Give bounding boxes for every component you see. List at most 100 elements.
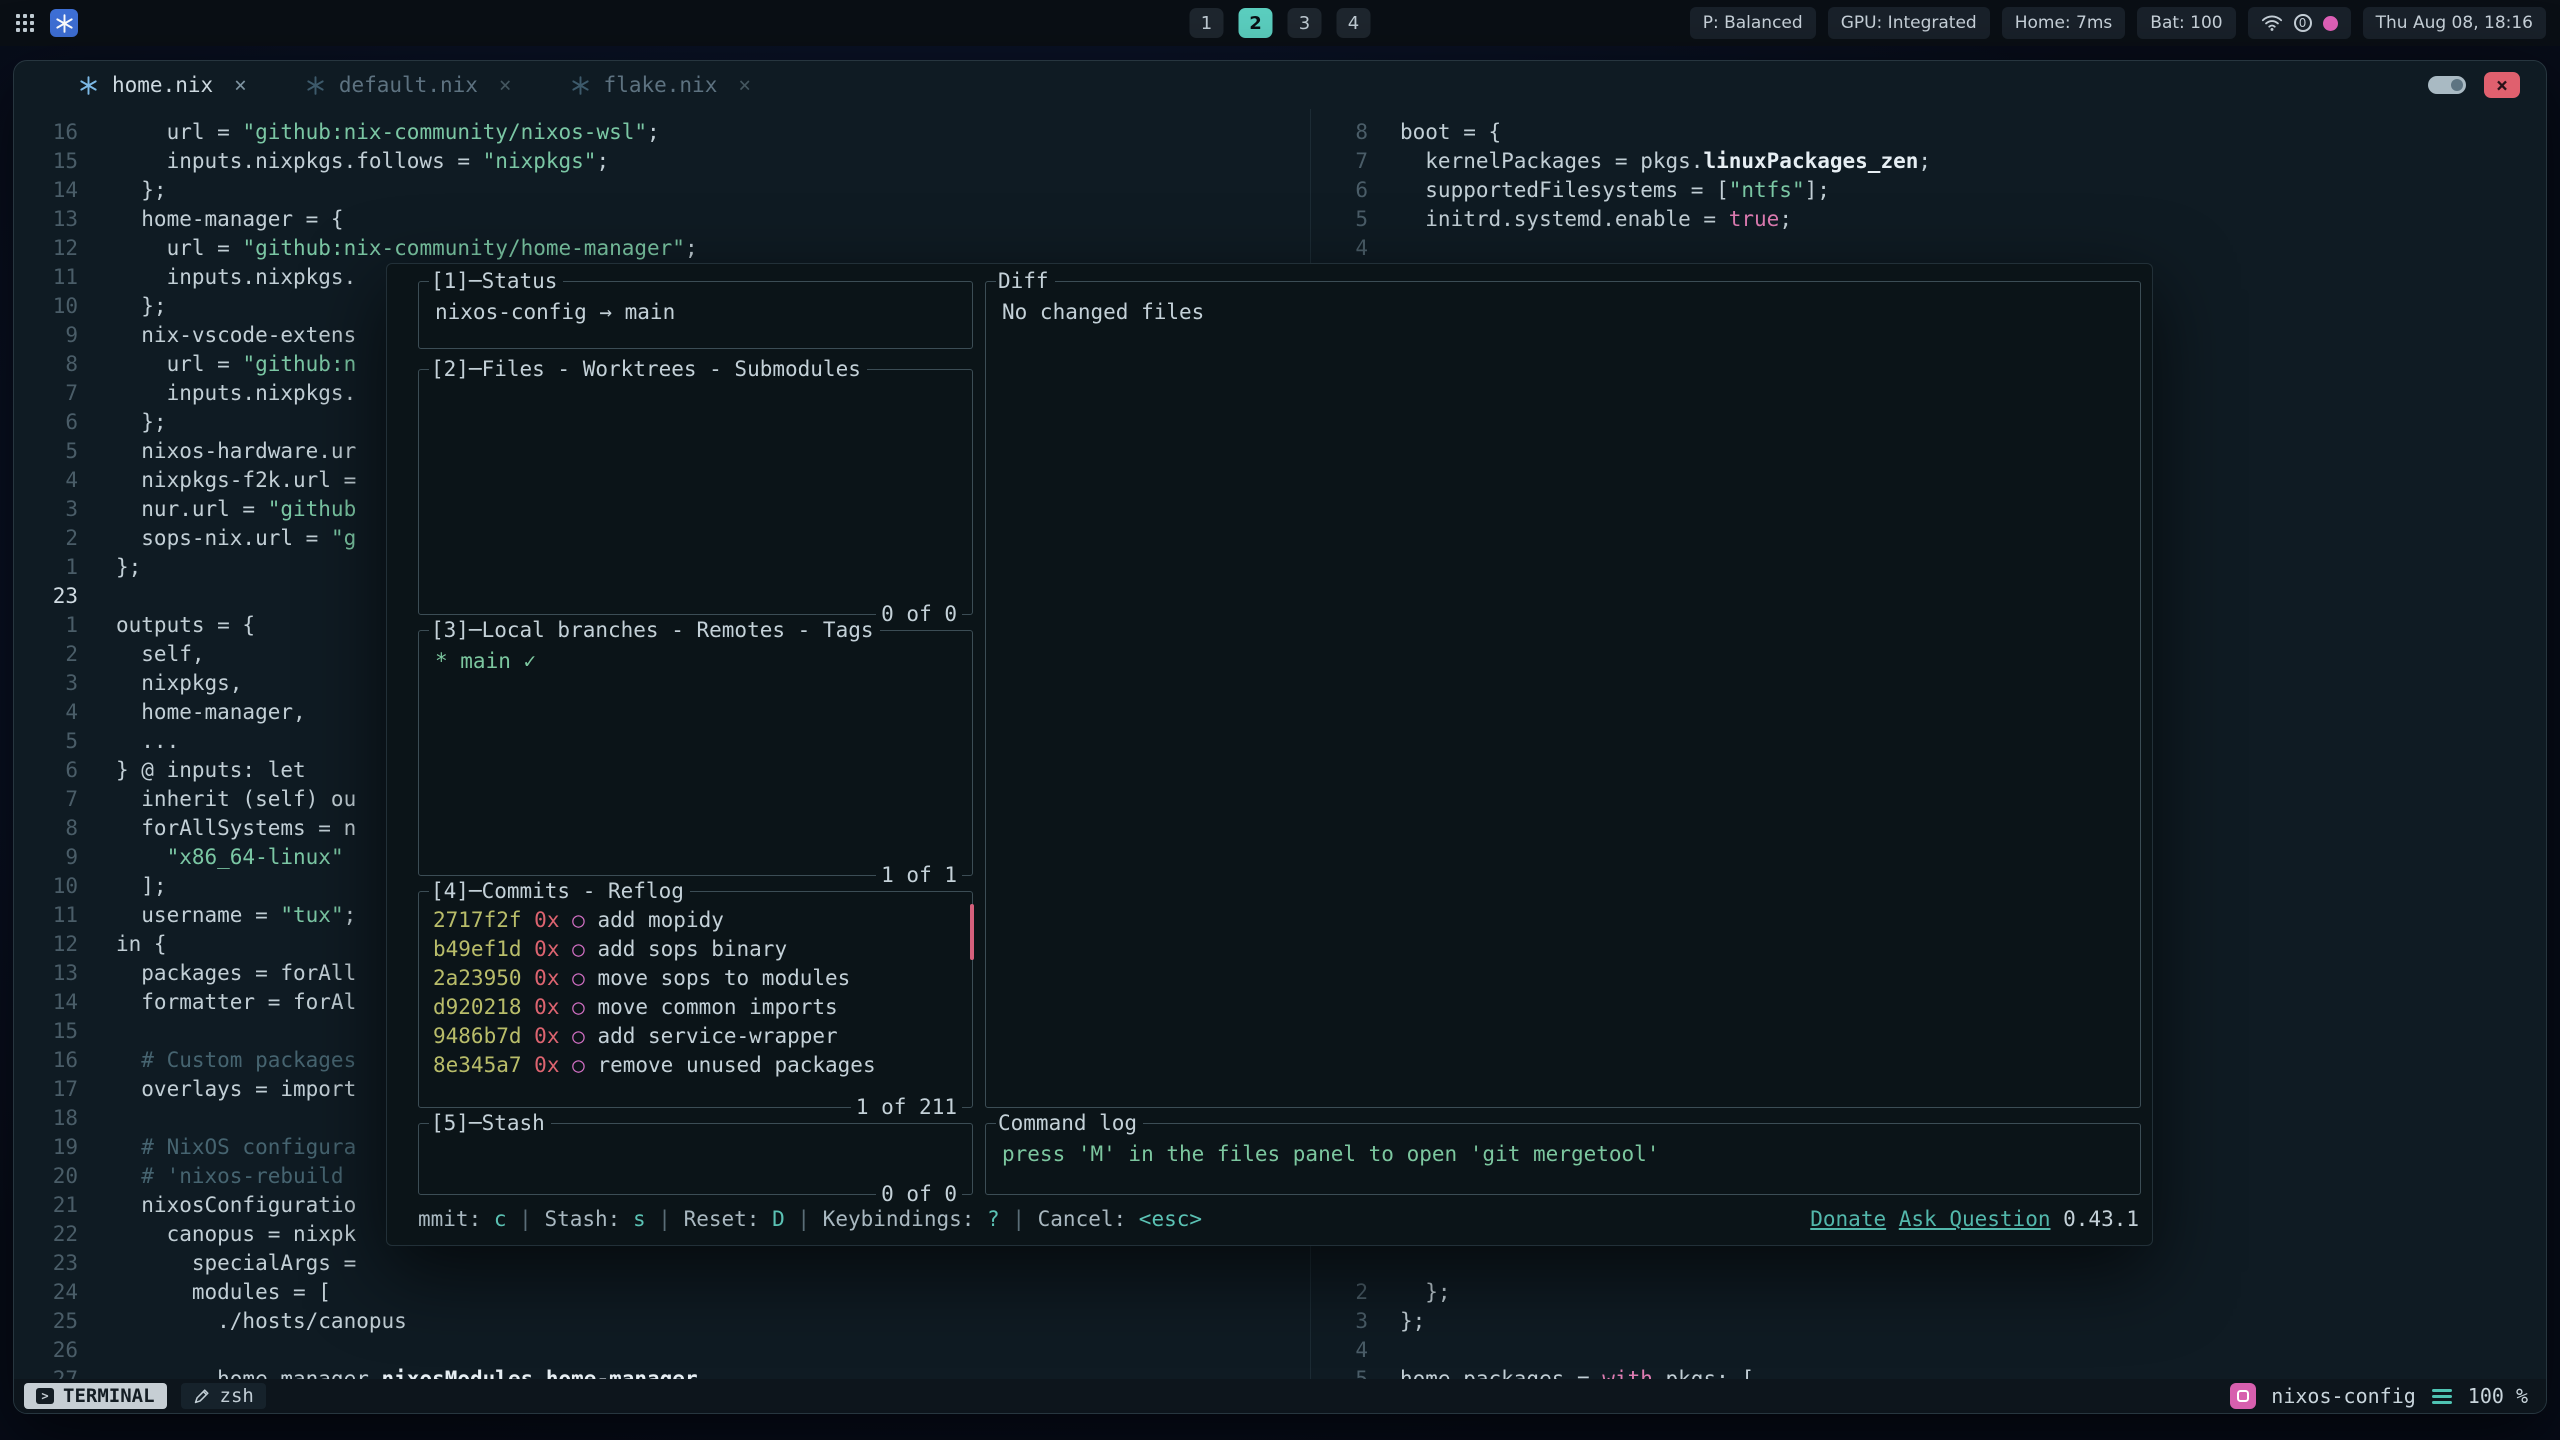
line-number: 1 [14,611,78,640]
notification-zero-icon[interactable]: 0 [2294,14,2312,32]
power-profile-module[interactable]: P: Balanced [1690,7,1816,39]
lazygit-stash-panel[interactable]: [5]─Stash 0 of 0 [418,1123,973,1195]
window-controls: × [2428,72,2520,98]
tab-label: default.nix [339,71,478,100]
color-dot-icon[interactable] [2323,16,2338,31]
code-line: 14 }; [14,176,1310,205]
topbar-right: P: Balanced GPU: Integrated Home: 7ms Ba… [1690,7,2546,39]
code-line: 8boot = { [1312,118,2546,147]
line-number: 7 [1312,147,1368,176]
terminal-icon: > [36,1388,54,1404]
session-icon [2230,1383,2256,1409]
code-line: 2 }; [1312,1278,2546,1307]
line-number: 27 [14,1365,78,1379]
line-number: 13 [14,205,78,234]
line-number: 16 [14,1046,78,1075]
commit-row[interactable]: 2a23950 0x ○ move sops to modules [433,964,972,993]
link-donate[interactable]: Donate [1810,1207,1886,1231]
code-line: 5home.packages = with pkgs; [ [1312,1365,2546,1379]
lazygit-options: mmit: c | Stash: s | Reset: D | Keybindi… [418,1205,1202,1234]
lazygit-status-panel[interactable]: [1]─Status nixos-config → main [418,281,973,349]
panel-title: Diff [996,267,1055,296]
workspace-button-2[interactable]: 2 [1239,8,1273,38]
line-number: 4 [14,466,78,495]
tab-close-icon[interactable]: × [499,71,512,100]
code-line: 27 home-manager.nixosModules.home-manage… [14,1365,1310,1379]
wifi-icon[interactable] [2261,14,2283,32]
window-pin-toggle[interactable] [2428,76,2466,94]
diff-message: No changed files [986,282,2140,327]
nix-file-icon [305,75,326,96]
code-line: 25 ./hosts/canopus [14,1307,1310,1336]
line-number: 7 [14,785,78,814]
ping-module[interactable]: Home: 7ms [2002,7,2126,39]
code-line: 6 supportedFilesystems = ["ntfs"]; [1312,176,2546,205]
commits-scrollbar[interactable] [970,904,974,960]
line-number: 3 [14,669,78,698]
link-ask-question[interactable]: Ask Question [1899,1207,2051,1231]
shell-indicator[interactable]: zsh [181,1383,266,1409]
apps-grid-icon[interactable] [14,12,36,34]
gpu-module[interactable]: GPU: Integrated [1828,7,1990,39]
nix-badge-icon[interactable] [50,9,78,37]
code-line: 4 [1312,1336,2546,1365]
topbar-left [14,9,78,37]
line-number: 6 [1312,176,1368,205]
commit-row[interactable]: b49ef1d 0x ○ add sops binary [433,935,972,964]
lazygit-links: Donate Ask Question 0.43.1 [1810,1205,2139,1234]
line-number: 18 [14,1104,78,1133]
line-number: 3 [14,495,78,524]
tab-flake.nix[interactable]: flake.nix× [570,71,751,100]
commit-list: 2717f2f 0x ○ add mopidyb49ef1d 0x ○ add … [419,892,972,1080]
nix-file-icon [570,75,591,96]
lazygit-branches-panel[interactable]: [3]─Local branches - Remotes - Tags * ma… [418,630,973,876]
session-name: nixos-config [2271,1382,2416,1411]
window-close-button[interactable]: × [2484,72,2520,98]
line-number: 5 [1312,205,1368,234]
code-line: 4 [1312,234,2546,263]
line-number: 23 [14,582,78,611]
battery-module[interactable]: Bat: 100 [2137,7,2235,39]
code-line: 3}; [1312,1307,2546,1336]
line-number: 23 [14,1249,78,1278]
statusbar-right: nixos-config 100 % [2230,1382,2536,1411]
commit-row[interactable]: d920218 0x ○ move common imports [433,993,972,1022]
tab-list: home.nix×default.nix×flake.nix× [78,71,751,100]
line-number: 5 [1312,1365,1368,1379]
commit-row[interactable]: 2717f2f 0x ○ add mopidy [433,906,972,935]
workspace-button-1[interactable]: 1 [1190,8,1224,38]
lazygit-command-log-panel[interactable]: Command log press 'M' in the files panel… [985,1123,2141,1195]
lazygit-files-panel[interactable]: [2]─Files - Worktrees - Submodules 0 of … [418,369,973,615]
code-line: 5 initrd.systemd.enable = true; [1312,205,2546,234]
line-number: 12 [14,930,78,959]
line-number: 14 [14,988,78,1017]
code-line: 15 inputs.nixpkgs.follows = "nixpkgs"; [14,147,1310,176]
window-status-bar: > TERMINAL zsh nixos-config [14,1379,2546,1413]
line-number: 4 [1312,234,1368,263]
lazygit-commits-panel[interactable]: [4]─Commits - Reflog 2717f2f 0x ○ add mo… [418,891,973,1108]
commit-row[interactable]: 8e345a7 0x ○ remove unused packages [433,1051,972,1080]
panel-count: 1 of 211 [851,1093,962,1122]
line-number: 16 [14,118,78,147]
tab-home.nix[interactable]: home.nix × [78,71,247,100]
workspace-button-4[interactable]: 4 [1337,8,1371,38]
code-line: 26 [14,1336,1310,1365]
tab-close-icon[interactable]: × [738,71,751,100]
mode-label: TERMINAL [63,1382,155,1411]
line-number: 20 [14,1162,78,1191]
clock-module[interactable]: Thu Aug 08, 18:16 [2363,7,2546,39]
command-log-message: press 'M' in the files panel to open 'gi… [986,1124,2140,1169]
lazygit-diff-panel[interactable]: Diff No changed files [985,281,2141,1108]
tab-default.nix[interactable]: default.nix × [305,71,512,100]
pencil-icon [193,1388,210,1405]
line-number: 2 [14,640,78,669]
status-icons-module[interactable]: 0 [2248,7,2351,39]
code-line: 13 home-manager = { [14,205,1310,234]
workspace-button-3[interactable]: 3 [1288,8,1322,38]
tab-label: home.nix [112,71,213,100]
tab-close-icon[interactable]: × [234,71,247,100]
line-number: 19 [14,1133,78,1162]
commit-row[interactable]: 9486b7d 0x ○ add service-wrapper [433,1022,972,1051]
line-number: 3 [1312,1307,1368,1336]
code-line: 7 kernelPackages = pkgs.linuxPackages_ze… [1312,147,2546,176]
